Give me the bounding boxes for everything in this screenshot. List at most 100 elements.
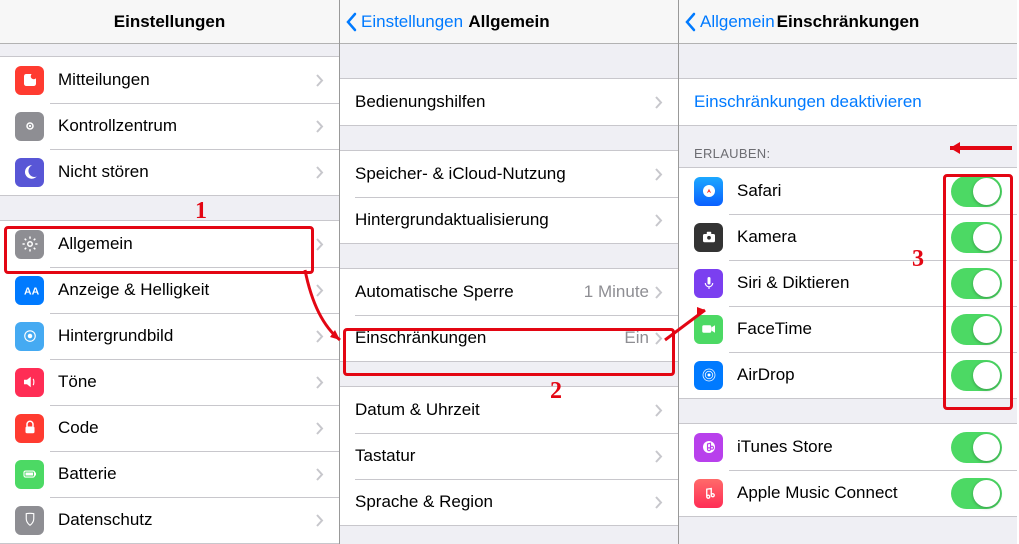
- row-label: Bedienungshilfen: [355, 92, 655, 112]
- row-siri-diktieren: Siri & Diktieren: [679, 260, 1017, 306]
- row-label: iTunes Store: [737, 437, 951, 457]
- chevron-right-icon: [655, 214, 663, 227]
- back-label: Einstellungen: [361, 12, 463, 32]
- back-label: Allgemein: [700, 12, 775, 32]
- itunes-store-icon: [694, 433, 723, 462]
- gear-icon: [15, 230, 44, 259]
- toggle-apple-music[interactable]: [951, 478, 1002, 509]
- wallpaper-icon: [15, 322, 44, 351]
- row-label: Sprache & Region: [355, 492, 655, 512]
- row-einschraenkungen[interactable]: Einschränkungen Ein: [340, 315, 678, 361]
- nav-title: Einschränkungen: [777, 12, 920, 32]
- row-value: Ein: [624, 328, 649, 348]
- row-label: Einschränkungen: [355, 328, 624, 348]
- nav-title: Einstellungen: [114, 12, 225, 32]
- row-apple-music-connect: Apple Music Connect: [679, 470, 1017, 516]
- siri-icon: [694, 269, 723, 298]
- row-label: Batterie: [58, 464, 316, 484]
- row-label: Kontrollzentrum: [58, 116, 316, 136]
- row-batterie[interactable]: Batterie: [0, 451, 339, 497]
- row-allgemein[interactable]: Allgemein: [0, 221, 339, 267]
- toggle-itunes-store[interactable]: [951, 432, 1002, 463]
- row-auto-sperre[interactable]: Automatische Sperre 1 Minute: [340, 269, 678, 315]
- row-label: AirDrop: [737, 365, 951, 385]
- toggle-airdrop[interactable]: [951, 360, 1002, 391]
- camera-icon: [694, 223, 723, 252]
- settings-pane: Einstellungen Mitteilungen Kontrollzentr…: [0, 0, 339, 544]
- chevron-right-icon: [316, 284, 324, 297]
- chevron-right-icon: [316, 74, 324, 87]
- chevron-right-icon: [655, 496, 663, 509]
- row-label: Speicher- & iCloud-Nutzung: [355, 164, 655, 184]
- row-mitteilungen[interactable]: Mitteilungen: [0, 57, 339, 103]
- toggle-safari[interactable]: [951, 176, 1002, 207]
- row-label: Apple Music Connect: [737, 483, 951, 503]
- row-code[interactable]: Code: [0, 405, 339, 451]
- row-label: Datum & Uhrzeit: [355, 400, 655, 420]
- row-facetime: FaceTime: [679, 306, 1017, 352]
- row-label: Allgemein: [58, 234, 316, 254]
- navbar-settings: Einstellungen: [0, 0, 339, 44]
- row-hintergrundaktualisierung[interactable]: Hintergrundaktualisierung: [340, 197, 678, 243]
- row-toene[interactable]: Töne: [0, 359, 339, 405]
- row-label: Datenschutz: [58, 510, 316, 530]
- row-label: Hintergrundbild: [58, 326, 316, 346]
- row-label: Hintergrundaktualisierung: [355, 210, 655, 230]
- chevron-right-icon: [655, 286, 663, 299]
- row-speicher-icloud[interactable]: Speicher- & iCloud-Nutzung: [340, 151, 678, 197]
- chevron-right-icon: [655, 450, 663, 463]
- chevron-right-icon: [316, 166, 324, 179]
- back-button[interactable]: Einstellungen: [345, 12, 463, 32]
- row-kontrollzentrum[interactable]: Kontrollzentrum: [0, 103, 339, 149]
- row-airdrop: AirDrop: [679, 352, 1017, 398]
- chevron-right-icon: [655, 404, 663, 417]
- row-safari: Safari: [679, 168, 1017, 214]
- chevron-right-icon: [316, 238, 324, 251]
- link-label: Einschränkungen deaktivieren: [694, 92, 922, 112]
- row-label: Anzeige & Helligkeit: [58, 280, 316, 300]
- battery-icon: [15, 460, 44, 489]
- row-datenschutz[interactable]: Datenschutz: [0, 497, 339, 543]
- chevron-right-icon: [655, 168, 663, 181]
- chevron-right-icon: [316, 514, 324, 527]
- navbar-einschraenkungen: Allgemein Einschränkungen: [679, 0, 1017, 44]
- safari-icon: [694, 177, 723, 206]
- allgemein-pane: Einstellungen Allgemein Bedienungshilfen…: [339, 0, 678, 544]
- control-center-icon: [15, 112, 44, 141]
- row-label: Automatische Sperre: [355, 282, 584, 302]
- row-label: Safari: [737, 181, 951, 201]
- back-button[interactable]: Allgemein: [684, 12, 775, 32]
- music-icon: [694, 479, 723, 508]
- deactivate-restrictions-link[interactable]: Einschränkungen deaktivieren: [679, 79, 1017, 125]
- row-itunes-store: iTunes Store: [679, 424, 1017, 470]
- facetime-icon: [694, 315, 723, 344]
- do-not-disturb-icon: [15, 158, 44, 187]
- toggle-facetime[interactable]: [951, 314, 1002, 345]
- display-icon: AA: [15, 276, 44, 305]
- chevron-right-icon: [316, 120, 324, 133]
- row-label: FaceTime: [737, 319, 951, 339]
- row-value: 1 Minute: [584, 282, 649, 302]
- row-kamera: Kamera: [679, 214, 1017, 260]
- navbar-allgemein: Einstellungen Allgemein: [340, 0, 678, 44]
- svg-text:AA: AA: [24, 286, 39, 298]
- allow-header: ERLAUBEN:: [679, 126, 1017, 167]
- chevron-right-icon: [655, 332, 663, 345]
- row-label: Nicht stören: [58, 162, 316, 182]
- row-bedienungshilfen[interactable]: Bedienungshilfen: [340, 79, 678, 125]
- sounds-icon: [15, 368, 44, 397]
- chevron-right-icon: [316, 376, 324, 389]
- passcode-icon: [15, 414, 44, 443]
- row-datum-uhrzeit[interactable]: Datum & Uhrzeit: [340, 387, 678, 433]
- row-nicht-stoeren[interactable]: Nicht stören: [0, 149, 339, 195]
- row-label: Kamera: [737, 227, 951, 247]
- row-anzeige-helligkeit[interactable]: AA Anzeige & Helligkeit: [0, 267, 339, 313]
- toggle-kamera[interactable]: [951, 222, 1002, 253]
- row-sprache-region[interactable]: Sprache & Region: [340, 479, 678, 525]
- toggle-siri[interactable]: [951, 268, 1002, 299]
- row-label: Code: [58, 418, 316, 438]
- chevron-right-icon: [316, 422, 324, 435]
- row-label: Töne: [58, 372, 316, 392]
- row-tastatur[interactable]: Tastatur: [340, 433, 678, 479]
- row-hintergrundbild[interactable]: Hintergrundbild: [0, 313, 339, 359]
